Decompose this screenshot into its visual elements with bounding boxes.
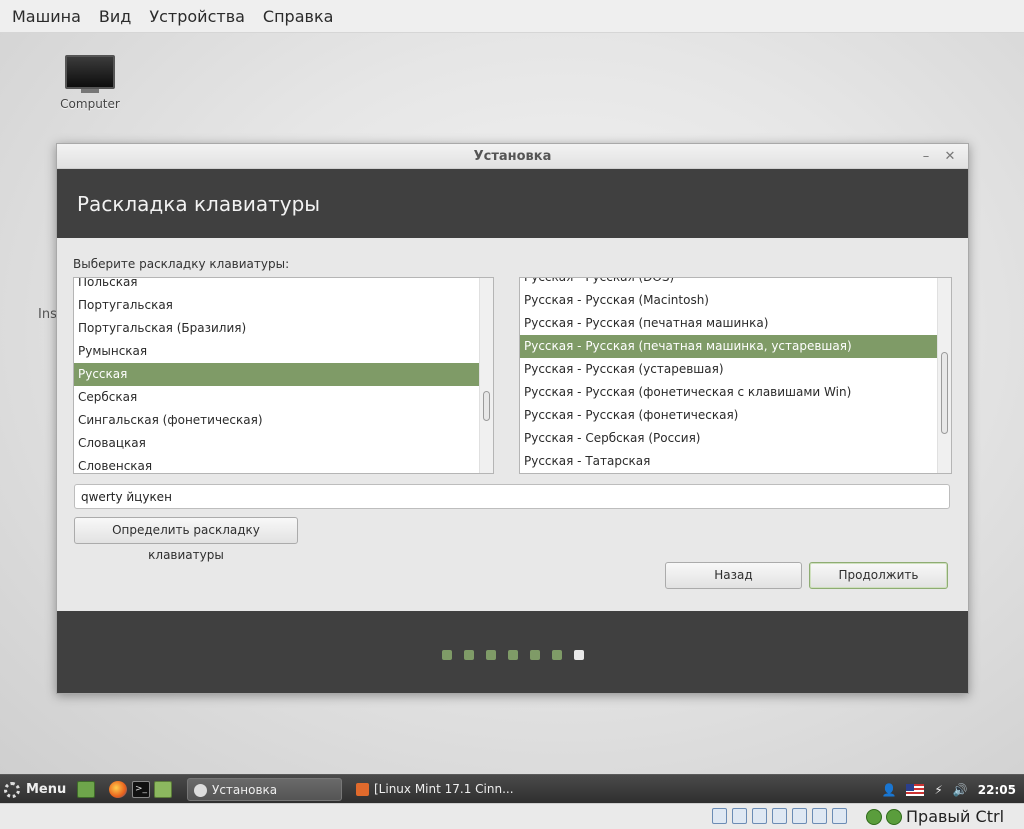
cpu-icon[interactable] bbox=[832, 808, 847, 824]
window-title: Установка bbox=[473, 149, 552, 164]
volume-icon[interactable]: 🔊 bbox=[953, 783, 968, 797]
list-item[interactable]: Русская - Татарская bbox=[520, 450, 937, 473]
progress-dot bbox=[508, 650, 518, 660]
menu-view[interactable]: Вид bbox=[90, 0, 140, 33]
list-item[interactable]: Португальская (Бразилия) bbox=[74, 317, 479, 340]
task-label: Установка bbox=[212, 783, 278, 797]
desktop-partial-label: Ins bbox=[38, 307, 57, 322]
layout-list[interactable]: Польская Португальская Португальская (Бр… bbox=[73, 277, 494, 474]
progress-dot-current bbox=[574, 650, 584, 660]
variant-list[interactable]: Русская - Русская (DOS) Русская - Русска… bbox=[519, 277, 952, 474]
system-tray: 👤 ⚡ 🔊 22:05 bbox=[881, 775, 1016, 804]
menu-devices[interactable]: Устройства bbox=[140, 0, 254, 33]
scrollbar-thumb[interactable] bbox=[483, 391, 490, 421]
host-key-arrow-icon[interactable] bbox=[886, 808, 902, 825]
show-desktop-icon[interactable] bbox=[77, 781, 95, 798]
keyboard-layout-flag-icon[interactable] bbox=[906, 783, 925, 796]
list-item[interactable]: Русская - Сербская (Россия) bbox=[520, 427, 937, 450]
list-item[interactable]: Сингальская (фонетическая) bbox=[74, 409, 479, 432]
list-item[interactable]: Румынская bbox=[74, 340, 479, 363]
progress-band bbox=[57, 611, 968, 693]
list-item[interactable]: Португальская bbox=[74, 294, 479, 317]
network-icon[interactable]: ⚡ bbox=[934, 783, 942, 797]
list-item[interactable]: Русская - Русская (DOS) bbox=[520, 278, 937, 289]
minimize-icon[interactable]: – bbox=[918, 144, 934, 169]
progress-dot bbox=[486, 650, 496, 660]
header-band: Раскладка клавиатуры bbox=[57, 169, 968, 238]
installer-window: Установка – ✕ Раскладка клавиатуры Выбер… bbox=[56, 143, 969, 694]
progress-dot bbox=[552, 650, 562, 660]
host-key-label: Правый Ctrl bbox=[906, 807, 1005, 826]
layout-test-input[interactable] bbox=[74, 484, 950, 509]
vbox-statusbar: Правый Ctrl bbox=[0, 803, 1024, 829]
files-icon[interactable] bbox=[154, 781, 172, 798]
mouse-integration-icon[interactable] bbox=[866, 808, 882, 825]
firefox-icon[interactable] bbox=[109, 781, 127, 798]
progress-dot bbox=[442, 650, 452, 660]
vbox-menubar: Машина Вид Устройства Справка bbox=[0, 0, 1024, 33]
clock[interactable]: 22:05 bbox=[978, 783, 1016, 797]
progress-dot bbox=[464, 650, 474, 660]
display-icon[interactable] bbox=[812, 808, 827, 824]
menu-button[interactable]: Menu bbox=[4, 779, 66, 800]
terminal-icon[interactable]: >_ bbox=[132, 781, 150, 798]
scrollbar-thumb[interactable] bbox=[941, 352, 948, 434]
menu-machine[interactable]: Машина bbox=[0, 0, 90, 33]
computer-icon bbox=[65, 55, 115, 93]
detect-layout-button[interactable]: Определить раскладку клавиатуры bbox=[74, 517, 298, 562]
list-item[interactable]: Сербская bbox=[74, 386, 479, 409]
page-title: Раскладка клавиатуры bbox=[77, 191, 321, 216]
layout-prompt: Выберите раскладку клавиатуры: bbox=[73, 257, 290, 271]
list-item-selected[interactable]: Русская - Русская (печатная машинка, уст… bbox=[520, 335, 937, 358]
user-icon[interactable]: 👤 bbox=[881, 783, 896, 797]
vbox-device-icons bbox=[712, 808, 847, 824]
desktop-icon-label: Computer bbox=[60, 97, 120, 111]
list-item[interactable]: Русская - Русская (Macintosh) bbox=[520, 289, 937, 312]
task-browser[interactable]: [Linux Mint 17.1 Cinn... bbox=[350, 778, 514, 801]
optical-drive-icon[interactable] bbox=[732, 808, 747, 824]
window-titlebar[interactable]: Установка – ✕ bbox=[57, 144, 968, 169]
list-item[interactable]: Русская - Русская (печатная машинка) bbox=[520, 312, 937, 335]
browser-icon bbox=[356, 783, 369, 796]
hard-disk-icon[interactable] bbox=[712, 808, 727, 824]
menu-help[interactable]: Справка bbox=[254, 0, 343, 33]
task-label: [Linux Mint 17.1 Cinn... bbox=[374, 782, 514, 796]
list-item[interactable]: Словенская bbox=[74, 455, 479, 473]
shared-folder-icon[interactable] bbox=[792, 808, 807, 824]
network-adapter-icon[interactable] bbox=[772, 808, 787, 824]
list-item[interactable]: Русская - Русская (фонетическая) bbox=[520, 404, 937, 427]
continue-button[interactable]: Продолжить bbox=[809, 562, 948, 589]
taskbar: Menu >_ Установка [Linux Mint 17.1 Cinn.… bbox=[0, 774, 1024, 803]
back-button[interactable]: Назад bbox=[665, 562, 802, 589]
menu-label: Menu bbox=[26, 782, 67, 797]
disc-icon bbox=[194, 784, 207, 797]
content-area: Выберите раскладку клавиатуры: Польская … bbox=[57, 239, 968, 610]
list-item-selected[interactable]: Русская bbox=[74, 363, 479, 386]
progress-dot bbox=[530, 650, 540, 660]
host-key-indicator: Правый Ctrl bbox=[866, 807, 1004, 826]
variant-list-scrollbar[interactable] bbox=[937, 278, 951, 473]
task-installer[interactable]: Установка bbox=[187, 778, 342, 801]
layout-list-scrollbar[interactable] bbox=[479, 278, 493, 473]
list-item[interactable]: Польская bbox=[74, 278, 479, 294]
usb-icon[interactable] bbox=[752, 808, 767, 824]
list-item[interactable]: Русская - Русская (устаревшая) bbox=[520, 358, 937, 381]
list-item[interactable]: Словацкая bbox=[74, 432, 479, 455]
close-icon[interactable]: ✕ bbox=[942, 144, 958, 169]
progress-dots bbox=[442, 650, 584, 660]
menu-gear-icon bbox=[4, 781, 20, 798]
list-item[interactable]: Русская - Русская (фонетическая с клавиш… bbox=[520, 381, 937, 404]
desktop-icon-computer[interactable]: Computer bbox=[52, 55, 128, 111]
